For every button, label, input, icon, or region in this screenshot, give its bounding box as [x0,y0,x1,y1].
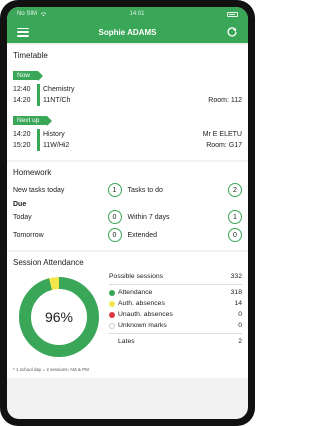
attendance-label: Attendance [118,289,153,296]
attendance-card[interactable]: Session Attendance 96% Possible sessions… [7,252,248,378]
attendance-donut-chart: 96% [13,271,105,363]
now-tag: Now [13,71,44,81]
lesson-room: Room: G17 [206,142,242,149]
possible-sessions-label: Possible sessions [109,273,164,280]
unknown-marks-value: 0 [238,322,242,329]
lesson-room: Room: 112 [208,97,242,104]
new-tasks-count: 1 [107,183,122,197]
lesson-end: 14:20 [13,97,31,104]
possible-sessions-value: 332 [230,273,242,280]
timetable-card[interactable]: Timetable Now 12:40 14:20 Chemistry 11NT… [7,45,248,160]
tasks-to-do-count: 2 [228,183,242,197]
lesson-subject: History [43,131,65,138]
timetable-title: Timetable [13,51,48,60]
refresh-icon[interactable] [226,26,238,38]
lesson-teacher: Mr E ELETU [202,131,242,138]
due-heading: Due [13,201,27,208]
lates-label: Lates [118,338,135,345]
session-footnote: * 1 school day = 2 sessions: AM & PM [13,367,89,372]
carrier-label: No SIM [17,11,38,17]
divider [109,284,242,285]
phone-frame: No SIM 14:01 Sophie ADAMS Timetable Now [0,0,255,426]
tasks-to-do[interactable]: Tasks to do 2 [127,183,242,197]
divider [109,333,242,334]
next-lesson[interactable]: 14:20 15:20 History 11W/Hi2 Mr E ELETU R… [13,129,242,151]
unknown-marks-row: Unknown marks 0 [109,320,242,331]
tasks-to-do-label: Tasks to do [127,186,163,194]
attendance-value: 318 [230,289,242,296]
lesson-start: 12:40 [13,86,31,93]
student-name: Sophie ADAMS [98,27,157,37]
hamburger-icon[interactable] [17,27,29,37]
due-within-7-days[interactable]: Within 7 days 1 [127,210,242,224]
homework-card[interactable]: Homework New tasks today 1 Tasks to do 2… [7,162,248,250]
lates-row: Lates 2 [109,336,242,347]
extended-label: Extended [127,231,158,239]
unauth-absences-row: Unauth. absences 0 [109,309,242,320]
lesson-bar [37,84,40,106]
attendance-dot-icon [109,289,115,296]
attendance-title: Session Attendance [13,258,84,267]
within-7-days-count: 1 [228,210,242,224]
battery-icon [227,11,238,17]
wifi-icon [40,12,47,17]
auth-dot-icon [109,300,115,307]
lesson-start: 14:20 [13,131,31,138]
status-time: 14:01 [129,11,145,17]
lates-value: 2 [238,338,242,345]
possible-sessions-row: Possible sessions 332 [109,271,242,282]
new-tasks-today[interactable]: New tasks today 1 [13,183,128,197]
unauth-absences-label: Unauth. absences [118,311,173,318]
auth-absences-label: Auth. absences [118,300,165,307]
unknown-dot-icon [109,322,115,329]
due-today-label: Today [13,213,32,221]
new-tasks-label: New tasks today [13,186,65,194]
due-tomorrow[interactable]: Tomorrow 0 [13,228,128,242]
extended-count: 0 [228,228,242,242]
attendance-percent: 96% [44,309,74,325]
due-today[interactable]: Today 0 [13,210,128,224]
due-extended[interactable]: Extended 0 [127,228,242,242]
homework-title: Homework [13,168,52,177]
tomorrow-label: Tomorrow [13,231,44,239]
lesson-subject: Chemistry [43,86,75,93]
app-screen: No SIM 14:01 Sophie ADAMS Timetable Now [7,7,248,419]
attendance-breakdown: Possible sessions 332 Attendance 318 Aut… [105,271,242,363]
tomorrow-count: 0 [107,228,122,242]
attendance-row: Attendance 318 [109,287,242,298]
unknown-marks-label: Unknown marks [118,322,167,329]
current-lesson[interactable]: 12:40 14:20 Chemistry 11NT/Ch Room: 112 [13,84,242,106]
lesson-group: 11W/Hi2 [43,142,70,149]
auth-absences-value: 14 [234,300,242,307]
unauth-dot-icon [109,311,115,318]
due-today-count: 0 [107,210,122,224]
lesson-teacher [208,84,242,95]
unauth-absences-value: 0 [238,311,242,318]
lesson-group: 11NT/Ch [43,97,71,104]
app-bar: Sophie ADAMS [7,21,248,43]
within-7-days-label: Within 7 days [127,213,170,221]
auth-absences-row: Auth. absences 14 [109,298,242,309]
next-up-tag: Next up [13,116,53,126]
status-bar: No SIM 14:01 [7,7,248,21]
lesson-end: 15:20 [13,142,31,149]
lesson-bar [37,129,40,151]
